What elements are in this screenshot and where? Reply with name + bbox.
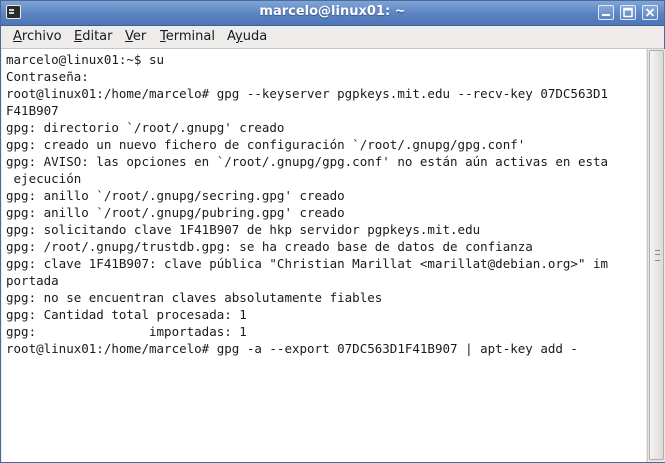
- close-button[interactable]: [642, 5, 658, 20]
- menu-ayuda[interactable]: Ayuda: [227, 29, 267, 44]
- terminal-line: marcelo@linux01:~$ su: [6, 52, 165, 67]
- maximize-button[interactable]: [620, 5, 636, 20]
- minimize-button[interactable]: [598, 5, 614, 20]
- vertical-scrollbar[interactable]: [647, 49, 665, 462]
- title-bar[interactable]: marcelo@linux01: ~: [1, 1, 664, 26]
- terminal-line: gpg: AVISO: las opciones en `/root/.gnup…: [6, 154, 609, 169]
- terminal-line: gpg: anillo `/root/.gnupg/pubring.gpg' c…: [6, 205, 345, 220]
- terminal-text: marcelo@linux01:~$ su Contraseña: root@l…: [2, 49, 646, 357]
- terminal-output[interactable]: marcelo@linux01:~$ su Contraseña: root@l…: [2, 49, 646, 462]
- terminal-line: gpg: importadas: 1: [6, 324, 247, 339]
- menu-bar: Archivo Editar Ver Terminal Ayuda: [1, 26, 664, 49]
- terminal-line: Contraseña:: [6, 69, 89, 84]
- terminal-line: gpg: creado un nuevo fichero de configur…: [6, 137, 526, 152]
- scrollbar-thumb[interactable]: [649, 50, 664, 460]
- terminal-line: gpg: anillo `/root/.gnupg/secring.gpg' c…: [6, 188, 345, 203]
- terminal-line: F41B907: [6, 103, 59, 118]
- terminal-line: portada: [6, 273, 59, 288]
- menu-terminal[interactable]: Terminal: [160, 29, 215, 44]
- terminal-line: root@linux01:/home/marcelo# gpg -a --exp…: [6, 341, 578, 356]
- menu-ver[interactable]: Ver: [125, 29, 146, 44]
- terminal-line: root@linux01:/home/marcelo# gpg --keyser…: [6, 86, 609, 101]
- terminal-line: ejecución: [6, 171, 82, 186]
- close-icon: [645, 8, 655, 17]
- grip-icon: [655, 250, 660, 261]
- terminal-line: gpg: clave 1F41B907: clave pública "Chri…: [6, 256, 609, 271]
- terminal-line: gpg: Cantidad total procesada: 1: [6, 307, 247, 322]
- terminal-window: marcelo@linux01: ~ Archivo Editar Ver Te…: [0, 0, 665, 463]
- terminal-line: gpg: directorio `/root/.gnupg' creado: [6, 120, 285, 135]
- menu-editar[interactable]: Editar: [74, 29, 113, 44]
- terminal-line: gpg: /root/.gnupg/trustdb.gpg: se ha cre…: [6, 239, 533, 254]
- terminal-line: gpg: no se encuentran claves absolutamen…: [6, 290, 383, 305]
- window-title: marcelo@linux01: ~: [259, 4, 406, 19]
- terminal-line: gpg: solicitando clave 1F41B907 de hkp s…: [6, 222, 481, 237]
- menu-archivo[interactable]: Archivo: [13, 29, 62, 44]
- minimize-icon: [602, 14, 610, 16]
- maximize-icon: [623, 7, 633, 18]
